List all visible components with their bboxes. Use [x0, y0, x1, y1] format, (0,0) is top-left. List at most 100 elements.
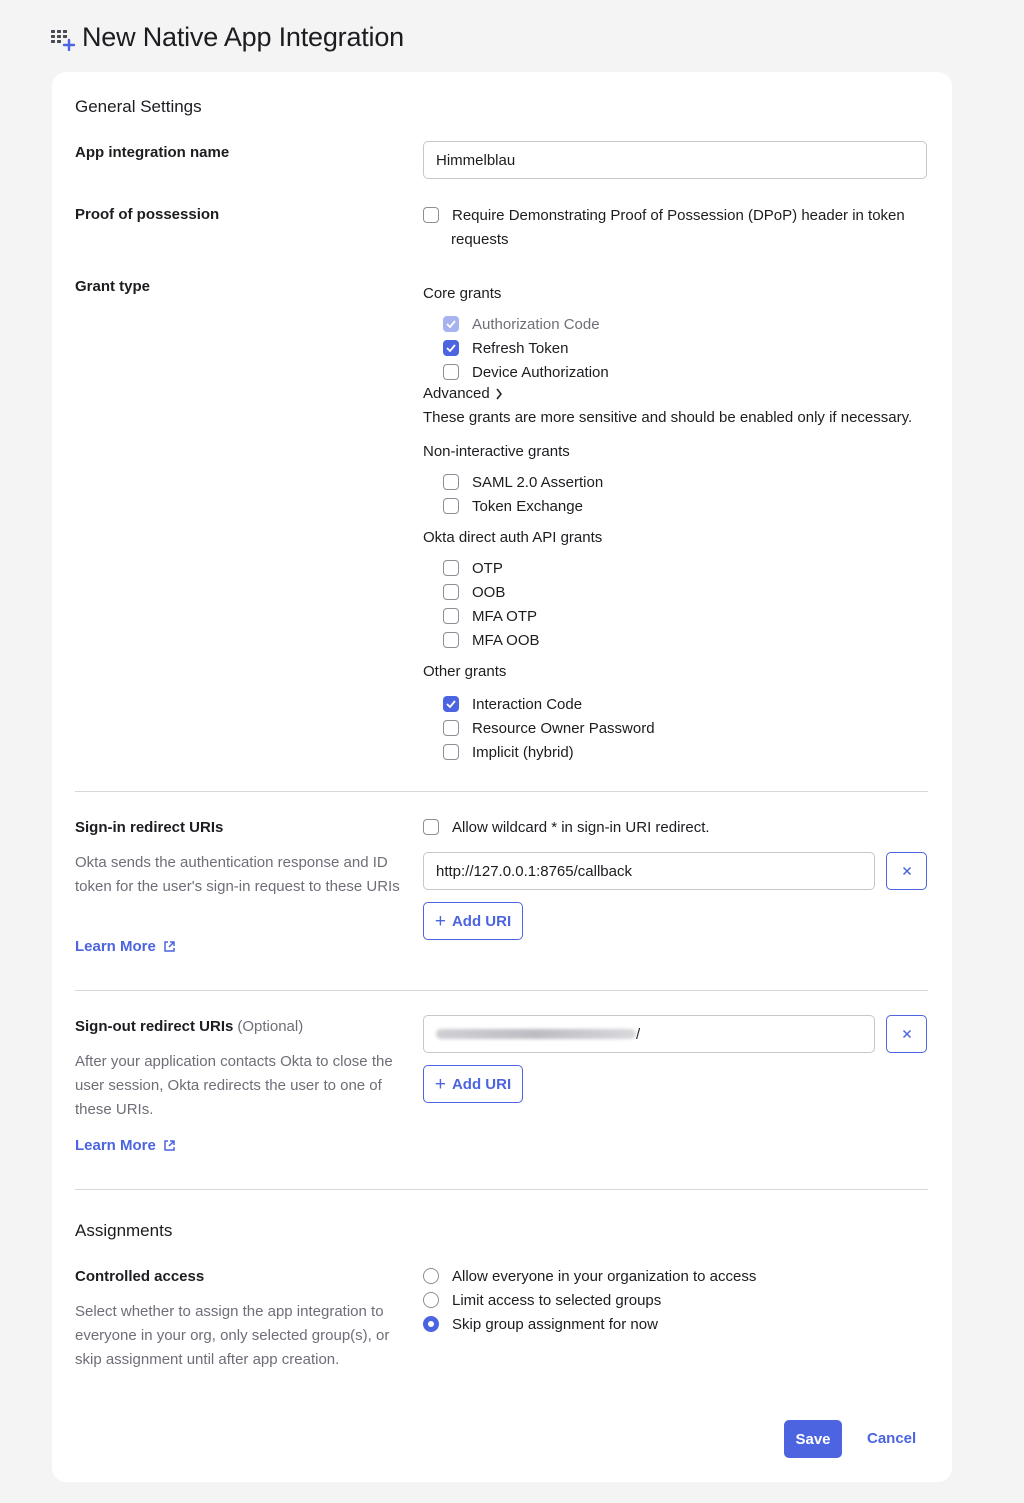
redacted-uri: [436, 1029, 636, 1039]
controlled-access-options: Allow everyone in your organization to a…: [423, 1264, 756, 1336]
grant-label: Refresh Token: [472, 339, 569, 357]
checkbox-mfa-oob[interactable]: [443, 632, 459, 648]
add-signout-uri-button[interactable]: + Add URI: [423, 1065, 523, 1103]
plus-icon: +: [434, 1073, 446, 1095]
signin-redirect-label: Sign-in redirect URIs: [75, 819, 224, 836]
grant-label: MFA OOB: [472, 631, 540, 649]
core-grants-title: Core grants: [423, 285, 502, 302]
grant-label: MFA OTP: [472, 607, 538, 625]
grant-authorization-code[interactable]: Authorization Code: [443, 312, 609, 336]
learn-more-label: Learn More: [75, 1137, 156, 1154]
grant-otp[interactable]: OTP: [443, 556, 540, 580]
external-link-icon: [164, 1140, 175, 1151]
grant-interaction-code[interactable]: Interaction Code: [443, 692, 655, 716]
option-limit-groups[interactable]: Limit access to selected groups: [423, 1288, 756, 1312]
plus-icon: +: [434, 910, 446, 932]
dpop-label-line1: Require Demonstrating Proof of Possessio…: [452, 206, 905, 224]
signin-uri-input[interactable]: http://127.0.0.1:8765/callback: [423, 852, 875, 890]
cancel-button[interactable]: Cancel: [867, 1430, 916, 1447]
radio-limit-groups[interactable]: [423, 1292, 439, 1308]
checkbox-refresh-token[interactable]: [443, 340, 459, 356]
other-grants-title: Other grants: [423, 663, 507, 680]
grant-label: Token Exchange: [472, 497, 583, 515]
signout-uri-input[interactable]: /: [423, 1015, 875, 1053]
checkbox-token-exchange[interactable]: [443, 498, 459, 514]
general-settings-title: General Settings: [75, 97, 202, 116]
checkbox-authorization-code[interactable]: [443, 316, 459, 332]
grant-mfa-oob[interactable]: MFA OOB: [443, 628, 540, 652]
grant-implicit-hybrid[interactable]: Implicit (hybrid): [443, 740, 655, 764]
checkbox-oob[interactable]: [443, 584, 459, 600]
check-icon: [446, 320, 456, 328]
checkbox-mfa-otp[interactable]: [443, 608, 459, 624]
noninteractive-grants-title: Non-interactive grants: [423, 443, 570, 460]
grant-type-label: Grant type: [75, 278, 151, 295]
page-header: New Native App Integration: [50, 22, 404, 53]
grant-oob[interactable]: OOB: [443, 580, 540, 604]
dpop-option[interactable]: Require Demonstrating Proof of Possessio…: [423, 203, 923, 251]
section-divider: [75, 1189, 928, 1190]
other-grants-list: Interaction Code Resource Owner Password…: [443, 692, 655, 764]
grant-refresh-token[interactable]: Refresh Token: [443, 336, 609, 360]
assignments-title: Assignments: [75, 1221, 173, 1240]
direct-auth-grants-list: OTP OOB MFA OTP MFA OOB: [443, 556, 540, 652]
grant-label: Device Authorization: [472, 363, 609, 381]
add-uri-label: Add URI: [451, 1075, 512, 1093]
save-button[interactable]: Save: [784, 1420, 842, 1458]
option-allow-everyone[interactable]: Allow everyone in your organization to a…: [423, 1264, 756, 1288]
signout-redirect-help: After your application contacts Okta to …: [75, 1053, 393, 1118]
advanced-note: These grants are more sensitive and shou…: [423, 409, 913, 426]
app-name-label: App integration name: [75, 144, 230, 161]
radio-skip-assignment[interactable]: [423, 1316, 439, 1332]
option-skip-assignment[interactable]: Skip group assignment for now: [423, 1312, 756, 1336]
section-divider: [75, 791, 928, 792]
remove-signout-uri-button[interactable]: [886, 1015, 927, 1053]
grant-label: Resource Owner Password: [472, 719, 655, 737]
grant-label: OTP: [472, 559, 503, 577]
add-uri-label: Add URI: [451, 912, 512, 930]
advanced-toggle[interactable]: Advanced: [423, 385, 503, 402]
radio-allow-everyone[interactable]: [423, 1268, 439, 1284]
checkbox-resource-owner-password[interactable]: [443, 720, 459, 736]
option-label: Limit access to selected groups: [452, 1291, 662, 1309]
optional-tag: (Optional): [237, 1018, 304, 1035]
dpop-checkbox[interactable]: [423, 207, 439, 223]
checkbox-interaction-code[interactable]: [443, 696, 459, 712]
grid-plus-icon: [51, 29, 76, 51]
section-divider: [75, 990, 928, 991]
grant-label: SAML 2.0 Assertion: [472, 473, 604, 491]
controlled-access-help: Select whether to assign the app integra…: [75, 1303, 390, 1368]
close-icon: [902, 1029, 911, 1039]
grant-saml-assertion[interactable]: SAML 2.0 Assertion: [443, 470, 603, 494]
grant-token-exchange[interactable]: Token Exchange: [443, 494, 603, 518]
signin-learn-more-link[interactable]: Learn More: [75, 938, 176, 955]
noninteractive-grants-list: SAML 2.0 Assertion Token Exchange: [443, 470, 603, 518]
direct-auth-grants-title: Okta direct auth API grants: [423, 529, 603, 546]
grant-device-authorization[interactable]: Device Authorization: [443, 360, 609, 384]
signout-redirect-title: Sign-out redirect URIs: [75, 1018, 234, 1035]
wildcard-option[interactable]: Allow wildcard * in sign-in URI redirect…: [423, 815, 710, 839]
check-icon: [446, 700, 456, 708]
grant-resource-owner-password[interactable]: Resource Owner Password: [443, 716, 655, 740]
wildcard-checkbox[interactable]: [423, 819, 439, 835]
grant-mfa-otp[interactable]: MFA OTP: [443, 604, 540, 628]
checkbox-saml-assertion[interactable]: [443, 474, 459, 490]
wildcard-label: Allow wildcard * in sign-in URI redirect…: [452, 818, 710, 836]
checkbox-device-authorization[interactable]: [443, 364, 459, 380]
checkbox-otp[interactable]: [443, 560, 459, 576]
signout-redirect-label: Sign-out redirect URIs (Optional): [75, 1018, 303, 1035]
signout-learn-more-link[interactable]: Learn More: [75, 1137, 176, 1154]
check-icon: [446, 344, 456, 352]
app-name-input[interactable]: Himmelblau: [423, 141, 927, 179]
core-grants-list: Authorization Code Refresh Token Device …: [443, 312, 609, 384]
checkbox-implicit-hybrid[interactable]: [443, 744, 459, 760]
dpop-label-line2: requests: [451, 230, 509, 248]
grant-label: Interaction Code: [472, 695, 583, 713]
proof-of-possession-label: Proof of possession: [75, 206, 220, 223]
grant-label: Authorization Code: [472, 315, 600, 333]
grant-label: Implicit (hybrid): [472, 743, 574, 761]
signin-redirect-help: Okta sends the authentication response a…: [75, 854, 400, 895]
external-link-icon: [164, 941, 175, 952]
remove-signin-uri-button[interactable]: [886, 852, 927, 890]
add-signin-uri-button[interactable]: + Add URI: [423, 902, 523, 940]
